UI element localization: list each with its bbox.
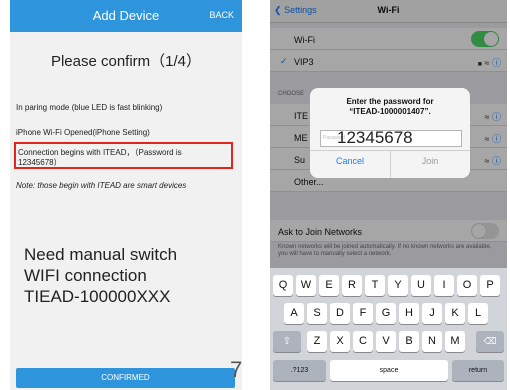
key-f[interactable]: F [353, 303, 373, 324]
password-input[interactable]: Password 12345678 [320, 128, 462, 147]
manual-line-1: Need manual switch [24, 245, 178, 264]
instruction-password: 12345678） [18, 158, 62, 167]
key-y[interactable]: Y [388, 275, 408, 296]
key-j[interactable]: J [422, 303, 442, 324]
key-n[interactable]: N [422, 331, 442, 352]
password-dialog: Enter the password for “ITEAD-1000001407… [310, 88, 470, 178]
ios-wifi-settings-screen: ❮ Settings Wi-Fi Wi-Fi ✓ VIP3 ■ ≈ ⓘ CHOO… [270, 0, 507, 390]
key-x[interactable]: X [330, 331, 350, 352]
manual-line-3: TIEAD-100000XXX [24, 287, 171, 306]
shift-icon: ⇧ [282, 336, 292, 347]
instruction-pairing: In paring mode (blue LED is fast blinkin… [16, 103, 163, 112]
key-r[interactable]: R [342, 275, 362, 296]
shift-key[interactable]: ⇧ [273, 331, 301, 352]
key-e[interactable]: E [319, 275, 339, 296]
dialog-title-line-2: “ITEAD-1000001407”. [349, 107, 431, 116]
backspace-icon: ⌫ [483, 336, 497, 346]
key-o[interactable]: O [457, 275, 477, 296]
keyboard: Q W E R T Y U I O P A S D F G H J K L ⇧ … [270, 268, 507, 390]
key-b[interactable]: B [399, 331, 419, 352]
cancel-button[interactable]: Cancel [310, 156, 390, 166]
highlight-box: Connection begins with ITEAD，（Password i… [14, 142, 233, 169]
confirm-title: Please confirm（1/4） [50, 53, 202, 70]
numbers-key[interactable]: .?123 [273, 360, 326, 381]
key-w[interactable]: W [296, 275, 316, 296]
password-value: 12345678 [337, 128, 413, 147]
key-d[interactable]: D [330, 303, 350, 324]
key-t[interactable]: T [365, 275, 385, 296]
dialog-title: Enter the password for “ITEAD-1000001407… [310, 97, 470, 117]
header-bar: Add Device BACK [10, 0, 242, 32]
key-u[interactable]: U [411, 275, 431, 296]
key-g[interactable]: G [376, 303, 396, 324]
confirmed-button[interactable]: CONFIRMED [16, 368, 235, 388]
add-device-screen: Add Device BACK Please confirm（1/4） In p… [10, 0, 242, 390]
key-h[interactable]: H [399, 303, 419, 324]
back-button[interactable]: BACK [209, 10, 234, 20]
key-s[interactable]: S [307, 303, 327, 324]
key-v[interactable]: V [376, 331, 396, 352]
instruction-wifi: iPhone Wi-Fi Opened(iPhone Setting) [16, 128, 150, 137]
space-key[interactable]: space [330, 360, 448, 381]
overlay-digit: 7 [230, 357, 243, 382]
key-z[interactable]: Z [307, 331, 327, 352]
key-p[interactable]: P [480, 275, 500, 296]
key-l[interactable]: L [468, 303, 488, 324]
key-c[interactable]: C [353, 331, 373, 352]
dialog-title-line-1: Enter the password for [346, 97, 434, 106]
key-i[interactable]: I [434, 275, 454, 296]
return-key[interactable]: return [452, 360, 504, 381]
manual-line-2: WIFI connection [24, 266, 147, 285]
key-k[interactable]: K [445, 303, 465, 324]
key-a[interactable]: A [284, 303, 304, 324]
key-m[interactable]: M [445, 331, 465, 352]
manual-switch-annotation: Need manual switch WIFI connection TIEAD… [24, 244, 177, 307]
key-q[interactable]: Q [273, 275, 293, 296]
page-title: Add Device [92, 8, 160, 23]
note-text: Note: those begin with ITEAD are smart d… [16, 181, 187, 190]
join-button[interactable]: Join [390, 156, 470, 166]
backspace-key[interactable]: ⌫ [476, 331, 504, 352]
